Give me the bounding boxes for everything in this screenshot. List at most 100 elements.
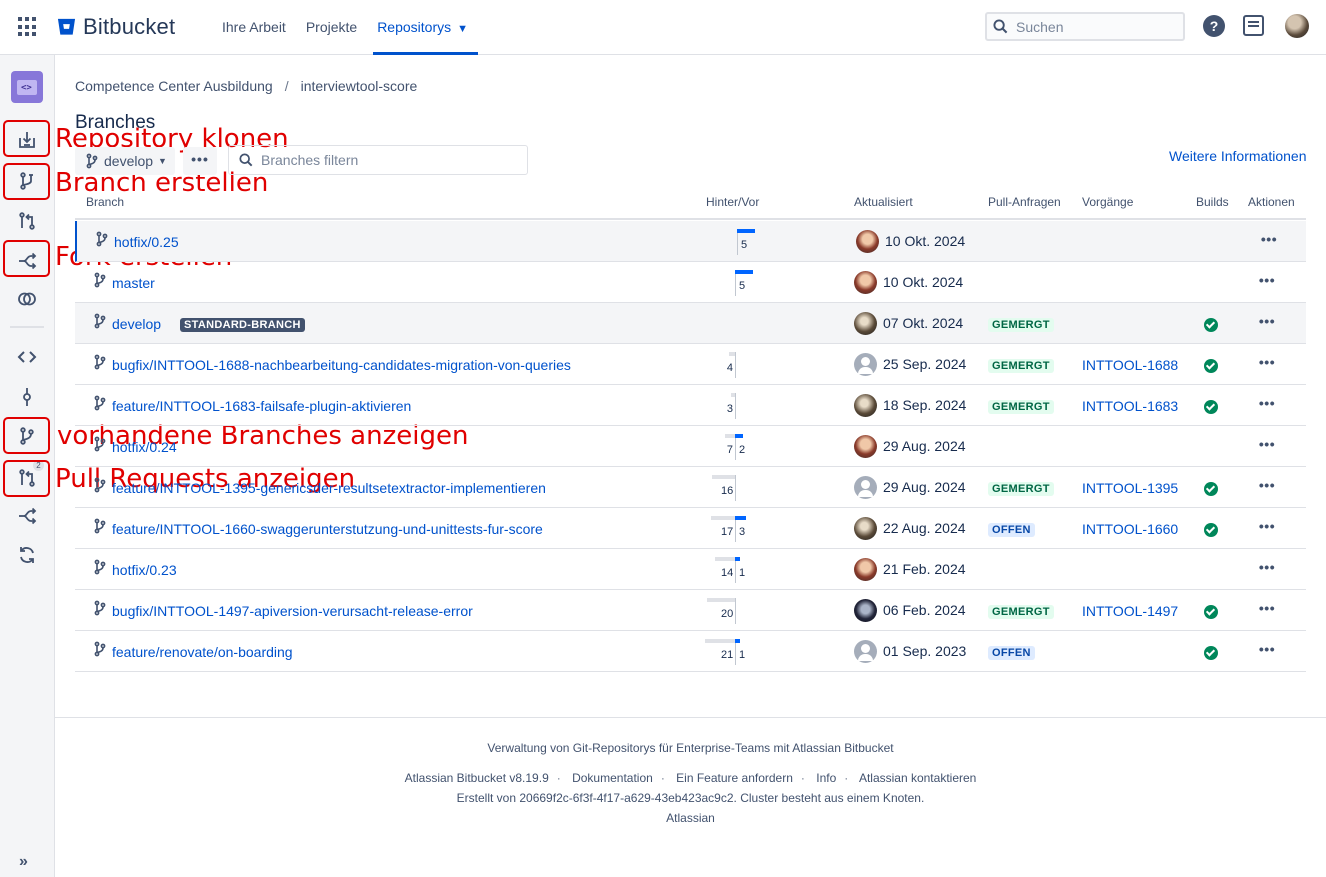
branch-filter[interactable] xyxy=(228,145,528,175)
row-actions-button[interactable]: ••• xyxy=(1257,395,1277,411)
row-actions-button[interactable]: ••• xyxy=(1257,641,1277,657)
author-avatar[interactable] xyxy=(854,640,877,663)
row-actions-button[interactable]: ••• xyxy=(1257,559,1277,575)
behind-count: 20 xyxy=(721,608,734,620)
author-avatar[interactable] xyxy=(854,558,877,581)
forks-icon[interactable] xyxy=(13,502,41,530)
more-info-link[interactable]: Weitere Informationen xyxy=(1169,148,1306,164)
pull-request-status-badge[interactable]: GEMERGT xyxy=(988,359,1054,373)
repository-avatar[interactable] xyxy=(11,71,43,103)
column-header-actions: Aktionen xyxy=(1248,195,1295,209)
branch-name-link[interactable]: hotfix/0.25 xyxy=(114,234,179,250)
footer-contact-link[interactable]: Atlassian kontaktieren xyxy=(859,771,976,785)
search-box[interactable] xyxy=(985,12,1185,41)
more-options-button[interactable]: ••• xyxy=(183,147,217,175)
branch-icon xyxy=(93,518,107,534)
annotation-box-fork xyxy=(3,240,50,277)
branch-name-link[interactable]: feature/renovate/on-boarding xyxy=(112,644,293,660)
author-avatar[interactable] xyxy=(854,353,877,376)
author-avatar[interactable] xyxy=(854,476,877,499)
nav-projects[interactable]: Projekte xyxy=(306,0,357,55)
build-success-icon[interactable] xyxy=(1204,605,1218,619)
pull-request-status-badge[interactable]: GEMERGT xyxy=(988,482,1054,496)
build-success-icon[interactable] xyxy=(1204,646,1218,660)
branch-name-link[interactable]: feature/INTTOOL-1660-swaggerunterstutzun… xyxy=(112,521,543,537)
row-actions-button[interactable]: ••• xyxy=(1257,518,1277,534)
commits-icon[interactable] xyxy=(13,383,41,411)
behind-bar xyxy=(725,434,735,438)
source-code-icon[interactable] xyxy=(13,343,41,371)
author-avatar[interactable] xyxy=(854,271,877,294)
row-actions-button[interactable]: ••• xyxy=(1257,272,1277,288)
notifications-icon[interactable] xyxy=(1243,15,1264,36)
footer-version-link[interactable]: Atlassian Bitbucket v8.19.9 xyxy=(405,771,549,785)
pull-request-status-badge[interactable]: GEMERGT xyxy=(988,400,1054,414)
search-input[interactable] xyxy=(1016,18,1166,35)
build-success-icon[interactable] xyxy=(1204,400,1218,414)
row-actions-button[interactable]: ••• xyxy=(1257,477,1277,493)
branch-name-link[interactable]: feature/INTTOOL-1683-failsafe-plugin-akt… xyxy=(112,398,411,414)
search-icon xyxy=(993,19,1008,34)
branch-icon xyxy=(86,153,98,169)
pull-request-status-badge[interactable]: GEMERGT xyxy=(988,605,1054,619)
build-success-icon[interactable] xyxy=(1204,523,1218,537)
row-actions-button[interactable]: ••• xyxy=(1257,436,1277,452)
row-actions-button[interactable]: ••• xyxy=(1259,231,1279,247)
user-avatar[interactable] xyxy=(1285,14,1309,38)
ahead-bar xyxy=(735,516,746,520)
footer-divider xyxy=(55,717,1326,718)
breadcrumb-repository[interactable]: interviewtool-score xyxy=(301,78,418,94)
author-avatar[interactable] xyxy=(854,517,877,540)
footer-feature-request-link[interactable]: Ein Feature anfordern xyxy=(676,771,793,785)
nav-your-work[interactable]: Ihre Arbeit xyxy=(222,0,286,55)
branch-name-link[interactable]: feature/INTTOOL-1395-genericsder-results… xyxy=(112,480,546,496)
issue-link[interactable]: INTTOOL-1497 xyxy=(1082,603,1178,619)
behind-count: 16 xyxy=(721,485,734,497)
sync-icon[interactable] xyxy=(13,541,41,569)
compare-rings-icon[interactable] xyxy=(13,285,41,313)
compare-icon[interactable] xyxy=(13,207,41,235)
app-switcher-icon[interactable] xyxy=(18,17,38,37)
behind-bar xyxy=(711,516,735,520)
row-actions-button[interactable]: ••• xyxy=(1257,600,1277,616)
branch-filter-input[interactable] xyxy=(261,152,511,168)
behind-ahead-divider xyxy=(735,352,736,378)
build-success-icon[interactable] xyxy=(1204,482,1218,496)
help-icon[interactable]: ? xyxy=(1203,15,1225,37)
row-actions-button[interactable]: ••• xyxy=(1257,313,1277,329)
footer-info-link[interactable]: Info xyxy=(816,771,836,785)
author-avatar[interactable] xyxy=(854,394,877,417)
behind-count: 7 xyxy=(726,444,733,456)
row-actions-button[interactable]: ••• xyxy=(1257,354,1277,370)
issue-link[interactable]: INTTOOL-1395 xyxy=(1082,480,1178,496)
author-avatar[interactable] xyxy=(856,230,879,253)
build-success-icon[interactable] xyxy=(1204,359,1218,373)
expand-sidebar-icon[interactable]: » xyxy=(19,853,28,871)
bitbucket-logo[interactable]: Bitbucket xyxy=(57,14,175,40)
ahead-bar xyxy=(735,557,740,561)
author-avatar[interactable] xyxy=(854,599,877,622)
pull-request-status-badge[interactable]: OFFEN xyxy=(988,646,1035,660)
branch-name-link[interactable]: hotfix/0.23 xyxy=(112,562,177,578)
issue-link[interactable]: INTTOOL-1688 xyxy=(1082,357,1178,373)
branch-icon xyxy=(93,641,107,657)
branch-name-link[interactable]: master xyxy=(112,275,155,291)
branch-icon xyxy=(93,354,107,370)
branch-name-link[interactable]: develop xyxy=(112,316,161,332)
branch-name-link[interactable]: bugfix/INTTOOL-1497-apiversion-verursach… xyxy=(112,603,473,619)
updated-date: 29 Aug. 2024 xyxy=(883,479,966,495)
branch-name-link[interactable]: bugfix/INTTOOL-1688-nachbearbeitung-cand… xyxy=(112,357,571,373)
pull-request-status-badge[interactable]: GEMERGT xyxy=(988,318,1054,332)
issue-link[interactable]: INTTOOL-1683 xyxy=(1082,398,1178,414)
branch-name-link[interactable]: hotfix/0.24 xyxy=(112,439,177,455)
footer-documentation-link[interactable]: Dokumentation xyxy=(572,771,653,785)
author-avatar[interactable] xyxy=(854,435,877,458)
breadcrumb-project[interactable]: Competence Center Ausbildung xyxy=(75,78,273,94)
base-branch-selector[interactable]: develop ▼ xyxy=(75,147,175,175)
footer-tagline: Verwaltung von Git-Repositorys für Enter… xyxy=(487,741,894,755)
pull-request-status-badge[interactable]: OFFEN xyxy=(988,523,1035,537)
author-avatar[interactable] xyxy=(854,312,877,335)
build-success-icon[interactable] xyxy=(1204,318,1218,332)
nav-repositories[interactable]: Repositorys ▼ xyxy=(373,0,478,55)
issue-link[interactable]: INTTOOL-1660 xyxy=(1082,521,1178,537)
